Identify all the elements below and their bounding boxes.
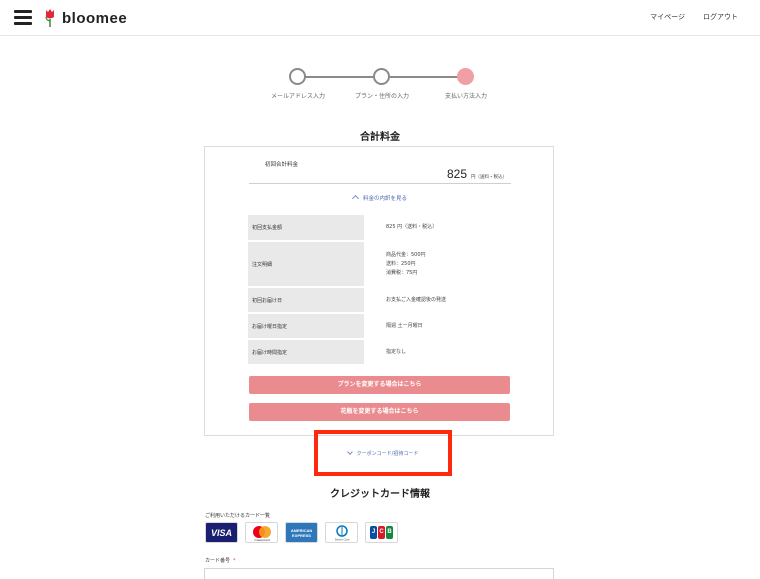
visa-brand-text: VISA [210,527,232,538]
row-value: 825 円（送料・税込） [386,224,438,230]
logo-text: bloomee [62,9,128,27]
credit-card-title: クレジットカード情報 [330,489,430,500]
step-1-label: メールアドレス入力 [270,93,326,100]
required-mark: * [233,558,236,564]
chevron-up-icon [351,194,360,203]
row-label: お届け曜日指定 [248,314,364,338]
mastercard-brand-text: mastercard [254,538,269,542]
hamburger-menu-icon[interactable] [14,10,32,25]
table-row: 初回お届け日 お支払ご入金確認後の発送 [248,288,510,312]
step-connector [390,76,465,78]
shipping-line: 送料：250円 [386,260,416,267]
row-label: 初回支払金額 [248,215,364,240]
step-3-circle-current [457,68,474,85]
change-vase-button[interactable]: 花瓶を変更する場合はこちら [249,403,510,421]
step-2-label: プラン・住所の入力 [354,93,410,100]
site-header: bloomee マイページ ログアウト [0,0,760,36]
change-plan-button[interactable]: プランを変更する場合はこちら [249,376,510,394]
card-number-label: カード番号 * [205,557,236,564]
flower-logo-icon [44,8,56,28]
divider [249,183,511,184]
diners-club-icon: Diners Club [325,522,358,543]
table-row: お届け時間指定 指定なし [248,340,510,364]
mastercard-icon: mastercard [245,522,278,543]
mypage-link[interactable]: マイページ [650,12,685,22]
step-connector [298,76,373,78]
row-value: 商品代金：500円 送料：250円 消費税：75円 [364,242,510,286]
coupon-code-label: クーポンコード/招待コード [356,451,419,457]
visa-icon: VISA [205,522,238,543]
progress-stepper: メールアドレス入力 プラン・住所の入力 支払い方法入力 [262,66,502,106]
diners-brand-text: Diners Club [334,537,349,541]
initial-total-amount: 825 円（送料・税込） [447,167,507,181]
total-amount-unit: 円（送料・税込） [471,175,507,180]
amex-brand-text: AMERICAN EXPRESS [290,527,313,538]
step-3-label: 支払い方法入力 [444,93,488,100]
header-nav: マイページ ログアウト [650,12,738,22]
table-row: お届け曜日指定 隔週 土ー月曜日 [248,314,510,338]
logout-link[interactable]: ログアウト [703,12,738,22]
table-row: 注文明細 商品代金：500円 送料：250円 消費税：75円 [248,242,510,286]
product-price-line: 商品代金：500円 [386,251,426,258]
row-label: 初回お届け日 [248,288,364,312]
amex-icon: AMERICAN EXPRESS [285,522,318,543]
row-value: 隔週 土ー月曜日 [386,322,423,329]
jcb-brand-mark: JCB [370,526,393,539]
available-cards-label: ご利用いただけるカード一覧 [205,513,271,519]
table-row: 初回支払金額 825 円（送料・税込） [248,215,510,240]
chevron-down-icon [346,449,353,455]
row-value: 指定なし [386,348,407,355]
step-1-circle [289,68,306,85]
step-2-circle [373,68,390,85]
row-label: 注文明細 [248,242,364,286]
row-value: お支払ご入金確認後の発送 [386,296,447,303]
total-fee-title: 合計料金 [360,132,400,143]
coupon-code-toggle[interactable]: クーポンコード/招待コード [318,449,448,457]
total-amount-value: 825 [446,167,467,181]
card-number-label-text: カード番号 [205,558,231,564]
row-label: お届け時間指定 [248,340,364,364]
logo[interactable]: bloomee [44,8,127,28]
initial-total-label: 初回合計料金 [265,162,299,168]
coupon-highlight-box: クーポンコード/招待コード [314,430,452,476]
tax-line: 消費税：75円 [386,269,418,276]
fee-breakdown-toggle-label: 料金の内訳を見る [362,196,407,202]
card-brand-list: VISA mastercard AMERICAN EXPRESS Diners … [205,522,398,543]
card-number-input[interactable] [204,568,554,579]
fee-summary-card: 初回合計料金 825 円（送料・税込） 料金の内訳を見る 初回支払金額 825 … [204,146,554,436]
fee-breakdown-toggle[interactable]: 料金の内訳を見る [205,194,555,203]
fee-detail-table: 初回支払金額 825 円（送料・税込） 注文明細 商品代金：500円 送料：25… [248,213,510,366]
jcb-icon: JCB [365,522,398,543]
